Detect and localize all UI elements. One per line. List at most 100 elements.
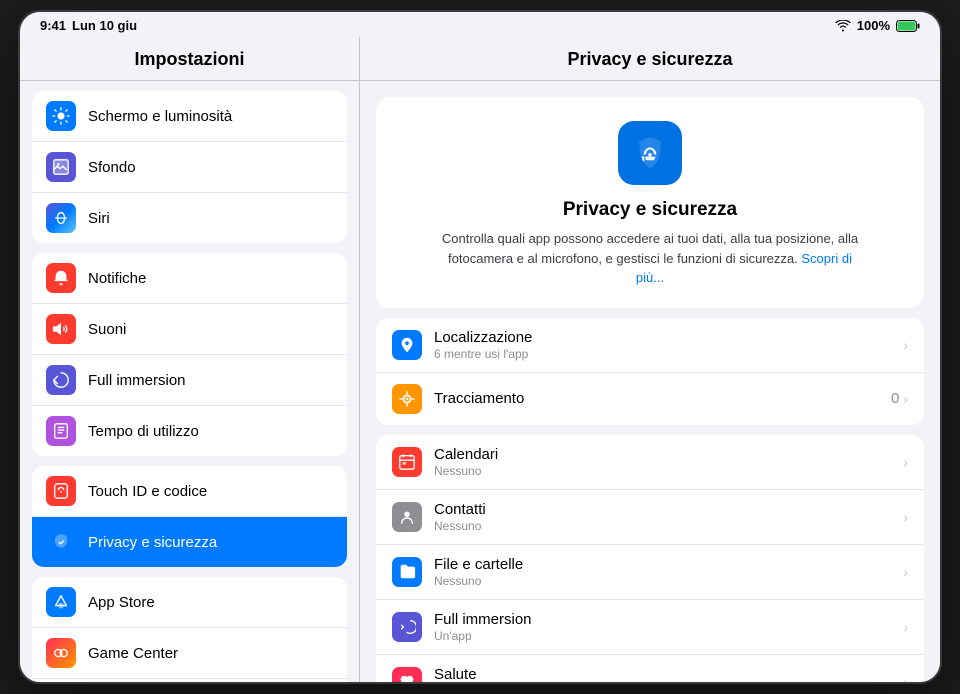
notifiche-icon: [46, 263, 76, 293]
notifiche-label: Notifiche: [88, 270, 146, 287]
schermo-label: Schermo e luminosità: [88, 108, 232, 125]
localizzazione-right: ›: [903, 337, 908, 353]
appstore-icon: [46, 587, 76, 617]
sidebar-item-gamecenter[interactable]: Game Center: [32, 628, 347, 679]
tempo-label: Tempo di utilizzo: [88, 423, 199, 440]
tracciamento-icon: [392, 384, 422, 414]
localizzazione-icon: [392, 330, 422, 360]
sidebar-group-3: Touch ID e codice Privacy e sicurezza: [20, 466, 359, 567]
gamecenter-icon: [46, 638, 76, 668]
sidebar-list: Schermo e luminosità Sfondo: [20, 81, 359, 682]
settings-row-tracciamento[interactable]: Tracciamento 0 ›: [376, 373, 924, 425]
settings-row-salute[interactable]: Salute Nessuno ›: [376, 655, 924, 683]
appstore-label: App Store: [88, 594, 155, 611]
privacy-label: Privacy e sicurezza: [88, 534, 217, 551]
localizzazione-subtitle: 6 mentre usi l'app: [434, 347, 891, 361]
calendari-chevron: ›: [903, 454, 908, 470]
calendari-subtitle: Nessuno: [434, 464, 891, 478]
sidebar-item-schermo[interactable]: Schermo e luminosità: [32, 91, 347, 142]
full-immersion-row-title: Full immersion: [434, 611, 891, 628]
contatti-title: Contatti: [434, 501, 891, 518]
sidebar-item-suoni[interactable]: Suoni: [32, 304, 347, 355]
salute-right: ›: [903, 674, 908, 683]
main-area: Impostazioni Schermo e luminosità: [20, 37, 940, 682]
file-subtitle: Nessuno: [434, 574, 891, 588]
detail-header-title: Privacy e sicurezza: [360, 37, 940, 81]
tracciamento-content: Tracciamento: [434, 390, 879, 407]
tracciamento-value: 0: [891, 390, 899, 407]
settings-row-contatti[interactable]: Contatti Nessuno ›: [376, 490, 924, 545]
status-time: 9:41: [40, 18, 66, 33]
file-right: ›: [903, 564, 908, 580]
sidebar-item-privacy[interactable]: Privacy e sicurezza: [32, 517, 347, 567]
sidebar-title: Impostazioni: [20, 37, 359, 81]
full-immersion-icon: [46, 365, 76, 395]
sfondo-label: Sfondo: [88, 159, 136, 176]
sidebar-item-tempo[interactable]: Tempo di utilizzo: [32, 406, 347, 456]
tracciamento-chevron: ›: [903, 391, 908, 407]
settings-row-calendari[interactable]: Calendari Nessuno ›: [376, 435, 924, 490]
full-immersion-row-content: Full immersion Un'app: [434, 611, 891, 643]
salute-content: Salute Nessuno: [434, 666, 891, 683]
detail-panel: Privacy e sicurezza Privacy e sicurezza …: [360, 37, 940, 682]
sidebar-item-notifiche[interactable]: Notifiche: [32, 253, 347, 304]
contatti-subtitle: Nessuno: [434, 519, 891, 533]
sidebar-group-4: App Store Game Center iClo: [20, 577, 359, 682]
full-immersion-row-right: ›: [903, 619, 908, 635]
sidebar-group-1: Schermo e luminosità Sfondo: [20, 91, 359, 243]
sidebar-item-touchid[interactable]: Touch ID e codice: [32, 466, 347, 517]
touchid-icon: [46, 476, 76, 506]
detail-hero: Privacy e sicurezza Controlla quali app …: [376, 97, 924, 308]
contatti-right: ›: [903, 509, 908, 525]
calendari-content: Calendari Nessuno: [434, 446, 891, 478]
tracciamento-right: 0 ›: [891, 390, 908, 407]
settings-group-2: Calendari Nessuno › Contatti: [376, 435, 924, 683]
sidebar-item-appstore[interactable]: App Store: [32, 577, 347, 628]
file-icon: [392, 557, 422, 587]
sidebar-item-icloud[interactable]: iCloud: [32, 679, 347, 682]
battery-icon: [896, 20, 920, 32]
sfondo-icon: [46, 152, 76, 182]
calendari-right: ›: [903, 454, 908, 470]
sidebar: Impostazioni Schermo e luminosità: [20, 37, 360, 682]
ipad-frame: 9:41 Lun 10 giu 100% Impostazioni: [20, 12, 940, 682]
localizzazione-chevron: ›: [903, 337, 908, 353]
hero-icon-wrap: [618, 121, 682, 185]
contatti-content: Contatti Nessuno: [434, 501, 891, 533]
suoni-icon: [46, 314, 76, 344]
status-battery: 100%: [857, 18, 890, 33]
siri-icon: [46, 203, 76, 233]
localizzazione-title: Localizzazione: [434, 329, 891, 346]
sidebar-item-sfondo[interactable]: Sfondo: [32, 142, 347, 193]
sidebar-item-full-immersion[interactable]: Full immersion: [32, 355, 347, 406]
status-bar-right: 100%: [835, 18, 920, 33]
settings-row-localizzazione[interactable]: Localizzazione 6 mentre usi l'app ›: [376, 318, 924, 373]
full-immersion-label: Full immersion: [88, 372, 186, 389]
status-bar-left: 9:41 Lun 10 giu: [40, 18, 137, 33]
contatti-chevron: ›: [903, 509, 908, 525]
siri-label: Siri: [88, 210, 110, 227]
hero-title: Privacy e sicurezza: [563, 199, 737, 221]
status-date: Lun 10 giu: [72, 18, 137, 33]
settings-row-file[interactable]: File e cartelle Nessuno ›: [376, 545, 924, 600]
schermo-icon: [46, 101, 76, 131]
salute-title: Salute: [434, 666, 891, 683]
file-chevron: ›: [903, 564, 908, 580]
full-immersion-row-subtitle: Un'app: [434, 629, 891, 643]
salute-chevron: ›: [903, 674, 908, 683]
wifi-icon: [835, 20, 851, 32]
full-immersion-chevron: ›: [903, 619, 908, 635]
hero-desc-text: Controlla quali app possono accedere ai …: [442, 231, 858, 266]
calendari-title: Calendari: [434, 446, 891, 463]
touchid-label: Touch ID e codice: [88, 483, 207, 500]
hero-desc: Controlla quali app possono accedere ai …: [440, 229, 860, 288]
tempo-icon: [46, 416, 76, 446]
settings-row-full-immersion[interactable]: Full immersion Un'app ›: [376, 600, 924, 655]
calendari-icon: [392, 447, 422, 477]
tracciamento-title: Tracciamento: [434, 390, 879, 407]
sidebar-group-2: Notifiche Suoni Full immer: [20, 253, 359, 456]
settings-section-1: Localizzazione 6 mentre usi l'app › Trac…: [376, 318, 924, 683]
contatti-icon: [392, 502, 422, 532]
sidebar-item-siri[interactable]: Siri: [32, 193, 347, 243]
salute-icon: [392, 667, 422, 683]
